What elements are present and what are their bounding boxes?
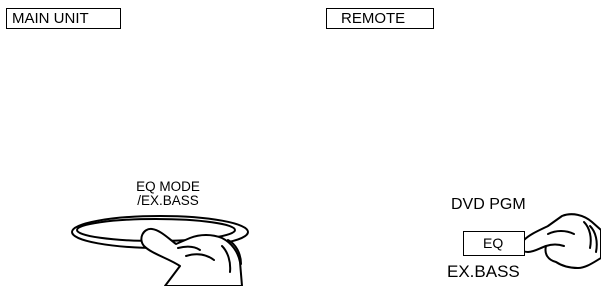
- eq-mode-button-label: EQ MODE /EX.BASS: [118, 180, 218, 208]
- dvd-pgm-label: DVD PGM: [451, 196, 526, 213]
- eq-mode-label-line2: /EX.BASS: [137, 193, 199, 208]
- pointing-hand-icon: [519, 213, 601, 269]
- eq-mode-label-line1: EQ MODE: [136, 179, 200, 194]
- ex-bass-label: EX.BASS: [447, 262, 520, 281]
- eq-key-label: EQ: [483, 235, 504, 251]
